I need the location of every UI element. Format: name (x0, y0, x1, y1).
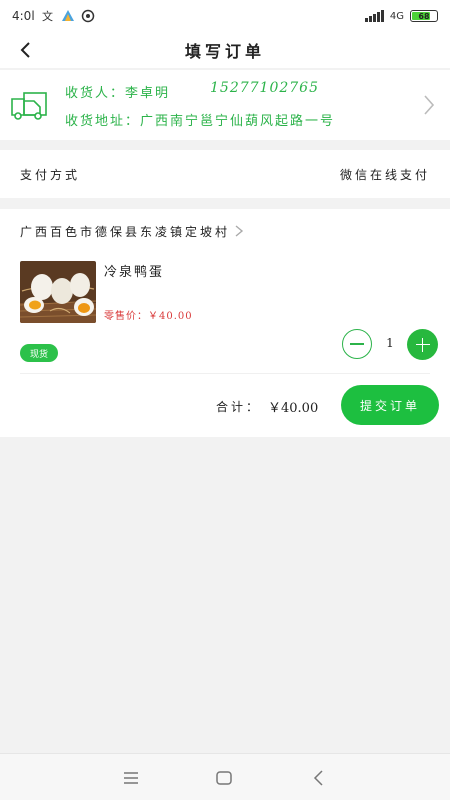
price-value: ￥40.00 (148, 311, 193, 322)
receiver-name: 李卓明 (125, 86, 171, 101)
maps-icon (61, 10, 74, 21)
svg-text:文: 文 (42, 9, 53, 23)
address-card[interactable]: 收货人：李卓明 15277102765 收货地址：广西南宁邕宁仙葫风起路一号 (0, 70, 450, 140)
order-card: 广西百色市德保县东凌镇定坡村 冷泉鸭蛋 零售价：￥40.00 现货 1 合计： … (0, 209, 450, 437)
stock-badge: 现货 (20, 344, 59, 362)
quantity-value: 1 (386, 336, 394, 350)
receiver-label: 收货人： (65, 86, 126, 101)
chevron-right-icon (424, 95, 435, 115)
total-label: 合计： (216, 400, 262, 414)
payment-value: 微信在线支付 (339, 167, 430, 182)
status-bar: 4:0l 文 4G 68 (0, 0, 450, 32)
status-time: 4:0l (12, 9, 35, 23)
network-type: 4G (389, 10, 404, 22)
price-label: 零售价： (104, 311, 148, 322)
page-title: 填写订单 (184, 42, 265, 61)
shop-location: 广西百色市德保县东凌镇定坡村 (20, 224, 231, 239)
shop-location-row[interactable]: 广西百色市德保县东凌镇定坡村 (20, 221, 244, 241)
receiver-phone: 15277102765 (210, 80, 319, 96)
truck-icon (11, 92, 47, 120)
submit-order-button[interactable]: 提交订单 (341, 385, 439, 425)
payment-method-row[interactable]: 支付方式 微信在线支付 (0, 150, 450, 198)
minus-icon (350, 343, 364, 345)
back-icon[interactable] (309, 768, 329, 788)
home-icon[interactable] (214, 768, 234, 788)
address-label: 收货地址： (65, 114, 141, 129)
address-text: 广西南宁邕宁仙葫风起路一号 (140, 114, 336, 129)
battery-level: 68 (418, 11, 430, 21)
back-button[interactable] (12, 36, 40, 64)
quantity-decrease-button[interactable] (342, 329, 372, 359)
notification-icon: 文 (42, 9, 53, 23)
product-image[interactable] (20, 261, 96, 323)
total-value: ￥40.00 (268, 401, 319, 416)
chevron-left-icon (20, 42, 30, 58)
signal-icon (364, 10, 384, 22)
product-name: 冷泉鸭蛋 (104, 265, 165, 280)
payment-label: 支付方式 (20, 167, 81, 182)
product-price: 零售价：￥40.00 (104, 307, 193, 322)
nav-bar: 填写订单 (0, 32, 450, 68)
quantity-increase-button[interactable] (407, 329, 438, 360)
menu-icon[interactable] (121, 768, 141, 788)
divider (20, 373, 430, 374)
receiver-line: 收货人：李卓明 (65, 82, 170, 101)
chevron-right-icon (235, 225, 244, 237)
system-nav-bar (0, 753, 450, 800)
battery-icon: 68 (410, 10, 438, 22)
app-icon (81, 9, 94, 23)
address-line: 收货地址：广西南宁邕宁仙葫风起路一号 (65, 110, 335, 129)
